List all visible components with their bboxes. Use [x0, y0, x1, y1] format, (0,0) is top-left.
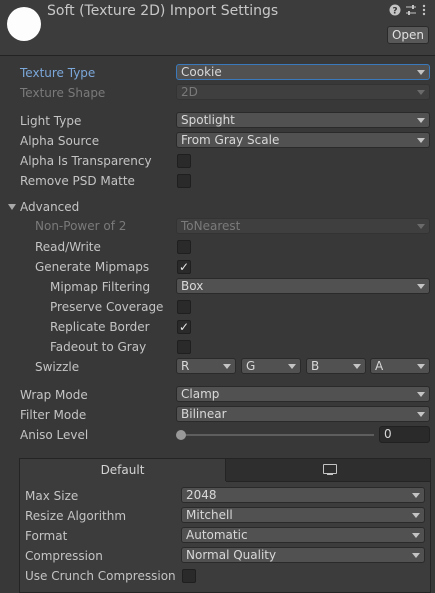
chevron-down-icon [412, 513, 420, 518]
format-value: Automatic [186, 528, 248, 542]
alpha-source-dropdown[interactable]: From Gray Scale [176, 132, 430, 148]
resize-algorithm-dropdown[interactable]: Mitchell [181, 507, 425, 523]
aniso-level-field[interactable]: 0 [379, 426, 430, 443]
chevron-down-icon [412, 533, 420, 538]
chevron-down-icon [412, 553, 420, 558]
chevron-down-icon [353, 364, 361, 369]
swizzle-label: Swizzle [35, 360, 80, 374]
texture-preview-thumbnail [7, 7, 41, 41]
format-dropdown[interactable]: Automatic [181, 527, 425, 543]
swizzle-b-dropdown[interactable]: B [306, 358, 366, 374]
chevron-down-icon [288, 364, 296, 369]
chevron-down-icon [417, 118, 425, 123]
swizzle-a-value: A [375, 359, 384, 373]
texture-type-value: Cookie [181, 65, 222, 79]
advanced-foldout-label[interactable]: Advanced [20, 199, 79, 215]
alpha-source-value: From Gray Scale [181, 133, 280, 147]
chevron-down-icon [417, 284, 425, 289]
chevron-down-icon [417, 364, 425, 369]
alpha-is-transparency-label: Alpha Is Transparency [20, 154, 152, 168]
filter-mode-value: Bilinear [181, 407, 227, 421]
preserve-coverage-label: Preserve Coverage [50, 300, 164, 314]
open-button[interactable]: Open [387, 26, 429, 44]
chevron-down-icon [412, 493, 420, 498]
generate-mipmaps-label: Generate Mipmaps [35, 260, 150, 274]
swizzle-g-value: G [246, 359, 256, 373]
light-type-value: Spotlight [181, 113, 235, 127]
aniso-level-slider-track[interactable] [181, 434, 374, 436]
alpha-source-label: Alpha Source [20, 134, 100, 148]
tab-default[interactable]: Default [20, 459, 226, 481]
checkmark-icon: ✓ [178, 260, 190, 274]
alpha-is-transparency-checkbox[interactable] [177, 154, 191, 168]
sliders-icon[interactable] [405, 4, 417, 19]
compression-dropdown[interactable]: Normal Quality [181, 547, 425, 563]
texture-shape-value: 2D [181, 85, 198, 99]
mipmap-filtering-dropdown[interactable]: Box [176, 278, 430, 294]
light-type-dropdown[interactable]: Spotlight [176, 112, 430, 128]
generate-mipmaps-checkbox[interactable]: ✓ [177, 260, 191, 274]
aniso-level-slider-knob[interactable] [176, 430, 186, 440]
filter-mode-label: Filter Mode [20, 408, 87, 422]
mipmap-filtering-label: Mipmap Filtering [50, 280, 151, 294]
swizzle-a-dropdown[interactable]: A [370, 358, 430, 374]
read-write-checkbox[interactable] [177, 240, 191, 254]
chevron-down-icon [417, 138, 425, 143]
swizzle-b-value: B [311, 359, 320, 373]
replicate-border-checkbox[interactable]: ✓ [177, 320, 191, 334]
compression-value: Normal Quality [186, 548, 277, 562]
texture-shape-label: Texture Shape [20, 86, 106, 100]
texture-type-label: Texture Type [20, 66, 96, 80]
foldout-arrow-icon[interactable] [8, 204, 16, 210]
wrap-mode-value: Clamp [181, 387, 220, 401]
texture-type-dropdown[interactable]: Cookie [176, 64, 430, 80]
tab-default-label: Default [100, 463, 145, 477]
remove-psd-matte-checkbox[interactable] [177, 174, 191, 188]
chevron-down-icon [417, 70, 425, 75]
svg-text:?: ? [392, 7, 397, 17]
preserve-coverage-checkbox[interactable] [177, 300, 191, 314]
max-size-label: Max Size [25, 489, 79, 503]
checkmark-icon: ✓ [178, 320, 190, 334]
resize-algorithm-label: Resize Algorithm [25, 509, 127, 523]
remove-psd-matte-label: Remove PSD Matte [20, 174, 135, 188]
non-power-of-2-value: ToNearest [181, 219, 241, 233]
wrap-mode-label: Wrap Mode [20, 388, 88, 402]
chevron-down-icon [417, 392, 425, 397]
light-type-label: Light Type [20, 114, 82, 128]
tab-standalone[interactable] [226, 459, 430, 482]
compression-label: Compression [25, 549, 103, 563]
fadeout-to-gray-label: Fadeout to Gray [50, 340, 147, 354]
help-icon[interactable]: ? [389, 4, 401, 19]
kebab-menu-icon[interactable] [422, 4, 426, 19]
filter-mode-dropdown[interactable]: Bilinear [176, 406, 430, 422]
chevron-down-icon [417, 412, 425, 417]
swizzle-r-value: R [181, 359, 190, 373]
mipmap-filtering-value: Box [181, 279, 204, 293]
replicate-border-label: Replicate Border [50, 320, 150, 334]
aniso-level-label: Aniso Level [20, 428, 89, 442]
chevron-down-icon [223, 364, 231, 369]
fadeout-to-gray-checkbox[interactable] [177, 340, 191, 354]
chevron-down-icon [417, 224, 425, 229]
max-size-value: 2048 [186, 488, 217, 502]
non-power-of-2-dropdown: ToNearest [176, 218, 430, 234]
swizzle-r-dropdown[interactable]: R [176, 358, 236, 374]
use-crunch-compression-checkbox[interactable] [182, 569, 196, 583]
format-label: Format [25, 529, 68, 543]
use-crunch-compression-label: Use Crunch Compression [25, 569, 176, 583]
inspector-title: Soft (Texture 2D) Import Settings [47, 3, 279, 19]
non-power-of-2-label: Non-Power of 2 [35, 219, 127, 233]
texture-shape-dropdown: 2D [176, 84, 430, 100]
resize-algorithm-value: Mitchell [186, 508, 233, 522]
wrap-mode-dropdown[interactable]: Clamp [176, 386, 430, 402]
swizzle-g-dropdown[interactable]: G [241, 358, 301, 374]
chevron-down-icon [417, 90, 425, 95]
monitor-icon [323, 464, 337, 475]
read-write-label: Read/Write [35, 240, 101, 254]
max-size-dropdown[interactable]: 2048 [181, 487, 425, 503]
